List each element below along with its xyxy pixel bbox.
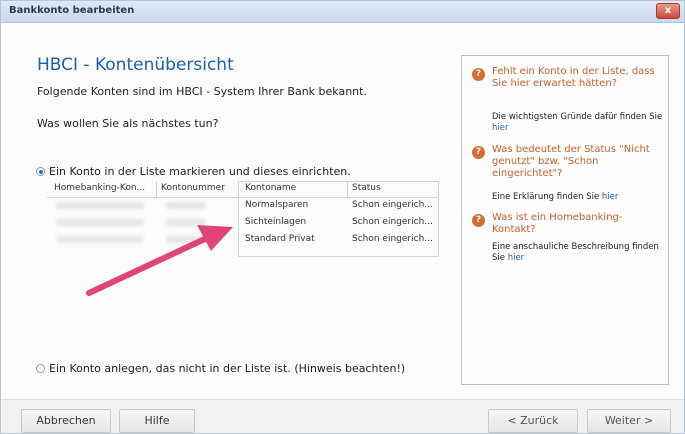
help-question[interactable]: Was bedeutet der Status "Nicht genutzt" … (492, 144, 664, 180)
close-icon: x (664, 5, 672, 16)
back-button[interactable]: < Zurück (488, 409, 578, 433)
option-create-label[interactable]: Ein Konto anlegen, das nicht in der List… (49, 362, 405, 375)
row-kontoname: Sichteinlagen (245, 217, 307, 227)
column-divider (156, 182, 157, 197)
help-answer-text: Die wichtigsten Gründe dafür finden Sie (492, 112, 663, 122)
cancel-button[interactable]: Abbrechen (21, 409, 111, 433)
window-title: Bankkonto bearbeiten (9, 5, 135, 16)
column-divider (347, 182, 348, 197)
blurred-account-id (56, 236, 144, 243)
question-icon: ? (472, 68, 485, 81)
intro-text: Folgende Konten sind im HBCI - System Ih… (37, 85, 367, 98)
help-button[interactable]: Hilfe (119, 409, 195, 433)
blurred-account-id (56, 202, 144, 209)
row-kontoname: Normalsparen (245, 200, 309, 210)
help-question[interactable]: Was ist ein Homebanking-Kontakt? (492, 212, 664, 236)
help-panel: ? Fehlt ein Konto in der Liste, dass Sie… (461, 55, 669, 385)
help-question[interactable]: Fehlt ein Konto in der Liste, dass Sie h… (492, 66, 664, 90)
row-status: Schon eingerich... (352, 217, 433, 227)
blurred-account-number (166, 202, 206, 209)
row-status: Schon eingerich... (352, 234, 433, 244)
help-answer-text: Eine Erklärung finden Sie (492, 192, 600, 202)
blurred-account-id (56, 219, 144, 226)
help-link[interactable]: hier (508, 253, 524, 263)
dialog-window: Bankkonto bearbeiten x HBCI - Kontenüber… (0, 0, 685, 434)
question-text: Was wollen Sie als nächstes tun? (37, 117, 219, 130)
option-select-radio[interactable] (36, 167, 45, 176)
blurred-account-number (166, 236, 206, 243)
question-icon: ? (472, 146, 485, 159)
column-divider (238, 182, 239, 197)
row-status: Schon eingerich... (352, 200, 433, 210)
question-icon: ? (472, 214, 485, 227)
option-create-radio[interactable] (36, 364, 45, 373)
column-header-status[interactable]: Status (352, 183, 381, 193)
help-answer: Eine Erklärung finden Sie hier (492, 192, 664, 203)
blurred-account-number (166, 219, 206, 226)
help-answer: Eine anschauliche Beschreibung finden Si… (492, 242, 664, 264)
help-answer: Die wichtigsten Gründe dafür finden Sie … (492, 112, 664, 134)
help-link[interactable]: hier (602, 192, 618, 202)
close-button[interactable]: x (656, 3, 680, 19)
page-title: HBCI - Kontenübersicht (37, 55, 234, 75)
title-bar: Bankkonto bearbeiten x (1, 1, 684, 23)
column-header-homebanking[interactable]: Homebanking-Kon... (54, 183, 145, 193)
column-header-kontoname[interactable]: Kontoname (245, 183, 296, 193)
header-divider (47, 197, 439, 198)
help-link[interactable]: hier (492, 123, 508, 133)
column-header-kontonummer[interactable]: Kontonummer (161, 183, 225, 193)
option-select-label[interactable]: Ein Konto in der Liste markieren und die… (49, 165, 351, 178)
next-button[interactable]: Weiter > (587, 409, 671, 433)
row-kontoname: Standard Privat (245, 234, 315, 244)
